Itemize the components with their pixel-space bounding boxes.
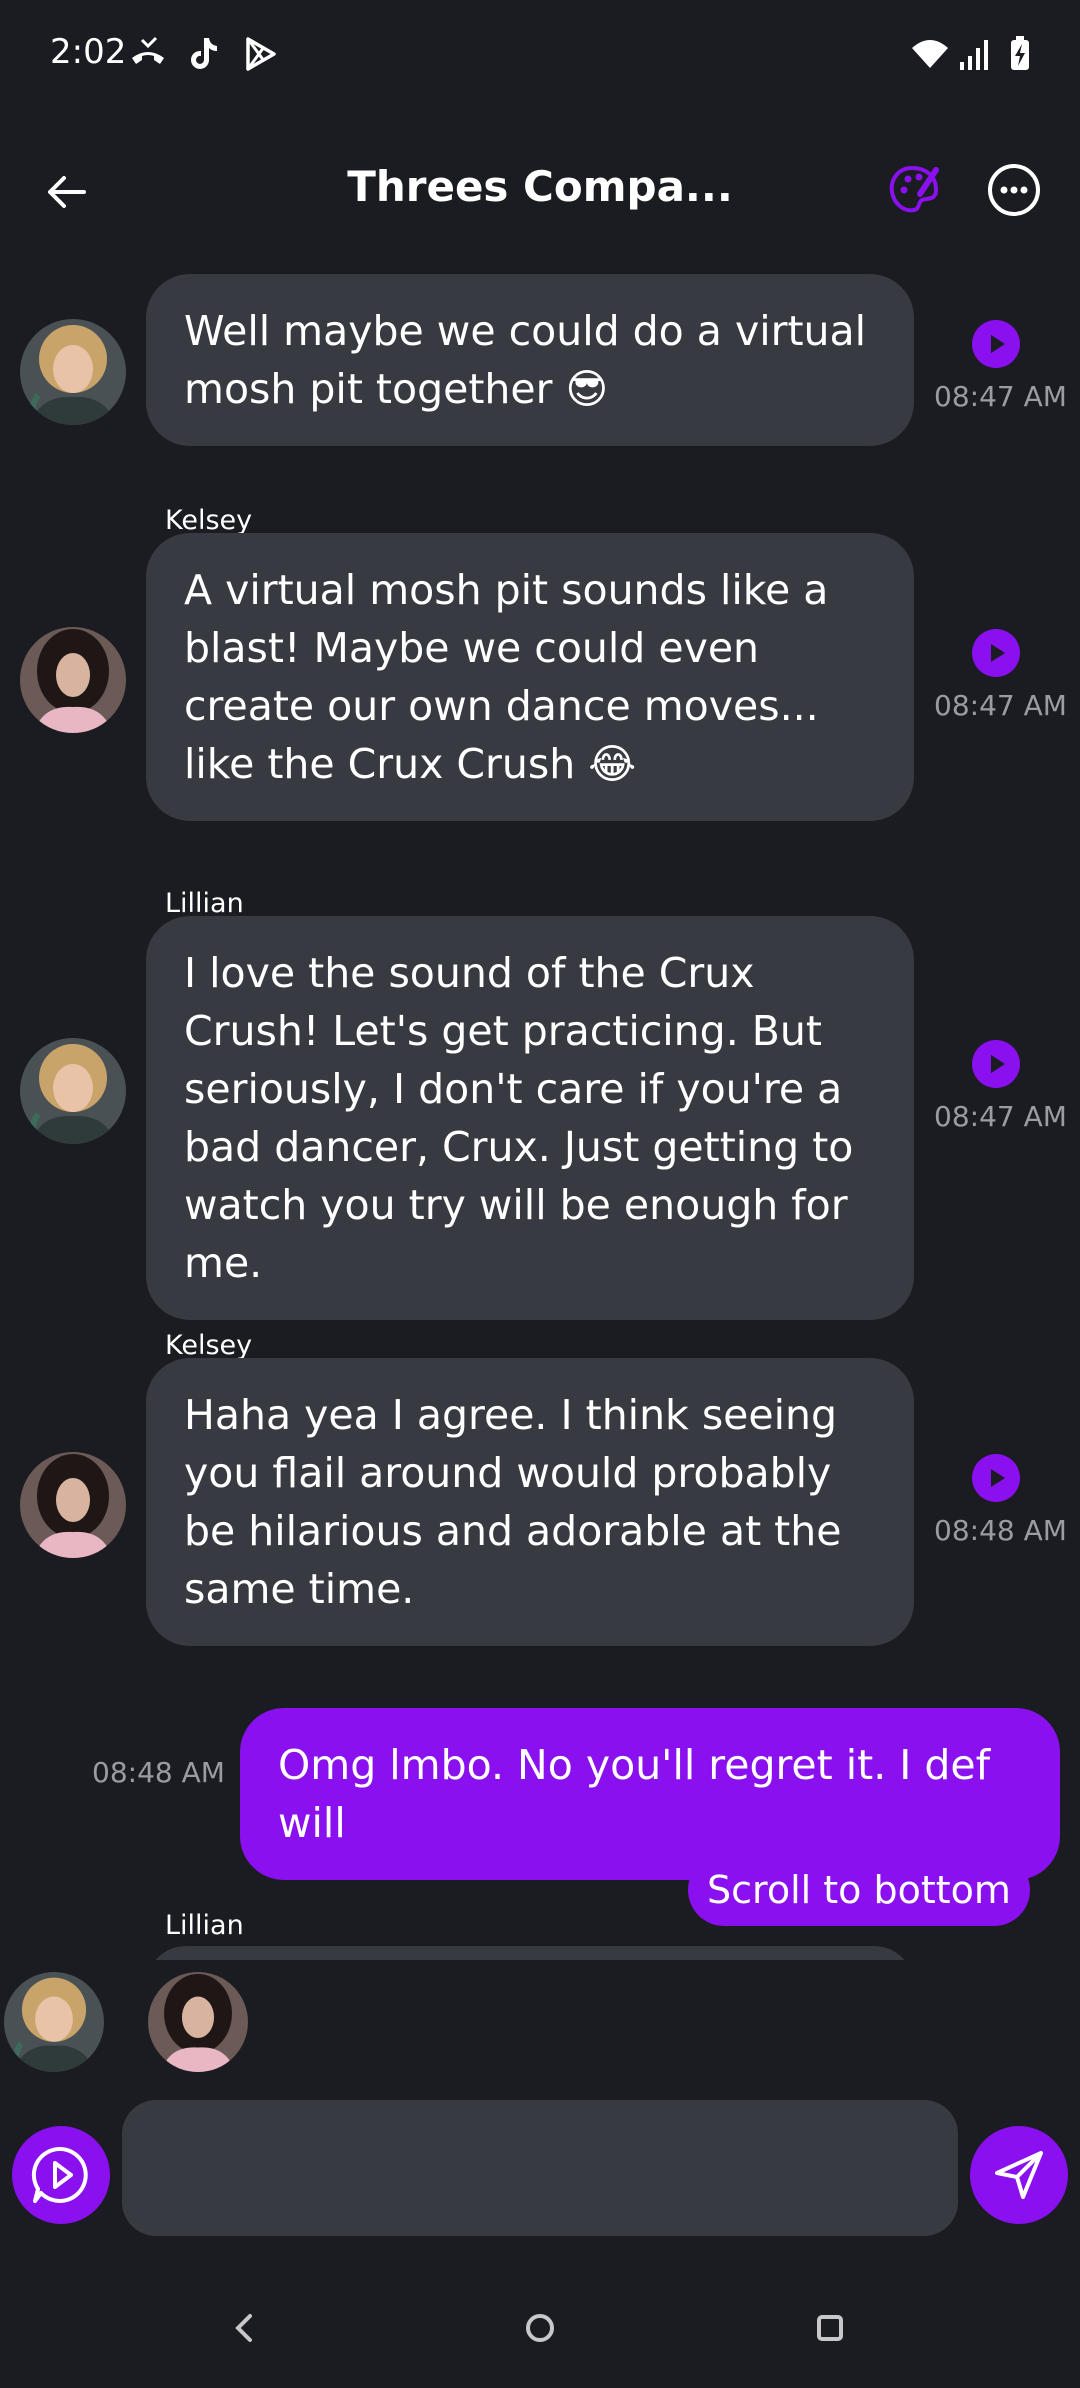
play-audio-button[interactable] <box>972 1454 1020 1502</box>
participant-avatar[interactable] <box>4 1972 104 2072</box>
chat-title: Threes Compa... <box>347 162 733 211</box>
send-icon <box>995 2151 1043 2199</box>
message-time: 08:47 AM <box>934 380 1067 413</box>
play-audio-button[interactable] <box>972 320 1020 368</box>
play-icon <box>991 335 1005 353</box>
more-horizontal-icon <box>988 164 1040 216</box>
message-item: Lillian I love the sound of the Crux Cru… <box>0 888 1080 1320</box>
avatar[interactable] <box>20 319 126 425</box>
send-button[interactable] <box>970 2126 1068 2224</box>
nav-back-button[interactable] <box>214 2298 274 2358</box>
palette-icon <box>889 165 939 213</box>
message-bubble-partial <box>146 1946 914 1960</box>
message-bubble: A virtual mosh pit sounds like a blast! … <box>146 533 914 821</box>
nav-recents-button[interactable] <box>800 2298 860 2358</box>
status-bar: 2:02 <box>0 0 1080 110</box>
play-icon <box>991 1055 1005 1073</box>
status-time: 2:02 <box>50 32 127 72</box>
message-bubble: I love the sound of the Crux Crush! Let'… <box>146 916 914 1320</box>
scroll-to-bottom-button[interactable]: Scroll to bottom <box>688 1854 1030 1926</box>
message-time: 08:48 AM <box>934 1514 1067 1547</box>
message-list[interactable]: Well maybe we could do a virtual mosh pi… <box>0 260 1080 1960</box>
avatar[interactable] <box>20 1038 126 1144</box>
nav-recents-icon <box>817 2315 843 2341</box>
message-time: 08:48 AM <box>92 1756 225 1789</box>
chat-header: Threes Compa... <box>0 140 1080 240</box>
play-icon <box>991 1469 1005 1487</box>
wifi-icon <box>912 40 948 68</box>
composer <box>0 2098 1080 2238</box>
sender-name: Kelsey <box>165 505 253 536</box>
message-item: Kelsey A virtual mosh pit sounds like a … <box>0 505 1080 835</box>
missed-call-icon <box>132 36 164 64</box>
back-button[interactable] <box>36 162 96 222</box>
voice-button[interactable] <box>12 2126 110 2224</box>
message-item: Well maybe we could do a virtual mosh pi… <box>0 274 1080 446</box>
avatar[interactable] <box>20 1452 126 1558</box>
play-audio-button[interactable] <box>972 629 1020 677</box>
play-audio-button[interactable] <box>972 1040 1020 1088</box>
participant-avatar[interactable] <box>148 1972 248 2072</box>
message-bubble: Haha yea I agree. I think seeing you fla… <box>146 1358 914 1646</box>
message-time: 08:47 AM <box>934 1100 1067 1133</box>
message-time: 08:47 AM <box>934 689 1067 722</box>
avatar[interactable] <box>20 627 126 733</box>
voice-play-icon <box>31 2146 88 2203</box>
play-store-icon <box>246 37 276 71</box>
system-nav-bar <box>0 2270 1080 2388</box>
sender-name: Lillian <box>165 888 244 919</box>
participants-row <box>0 1968 1080 2078</box>
sender-name: Lillian <box>165 1910 244 1941</box>
arrow-left-icon <box>48 176 86 208</box>
nav-home-button[interactable] <box>510 2298 570 2358</box>
outgoing-message: 08:48 AM Omg lmbo. No you'll regret it. … <box>0 1708 1080 1880</box>
message-bubble: Well maybe we could do a virtual mosh pi… <box>146 274 914 446</box>
theme-button[interactable] <box>884 160 944 220</box>
nav-home-icon <box>526 2314 554 2342</box>
sender-name: Kelsey <box>165 1330 253 1361</box>
tiktok-icon <box>191 38 217 69</box>
message-input[interactable] <box>122 2100 958 2236</box>
play-icon <box>991 644 1005 662</box>
nav-back-icon <box>235 2314 252 2342</box>
message-item: Kelsey Haha yea I agree. I think seeing … <box>0 1330 1080 1650</box>
signal-icon <box>960 40 988 70</box>
battery-charging-icon <box>1011 36 1029 70</box>
more-options-button[interactable] <box>984 160 1044 220</box>
